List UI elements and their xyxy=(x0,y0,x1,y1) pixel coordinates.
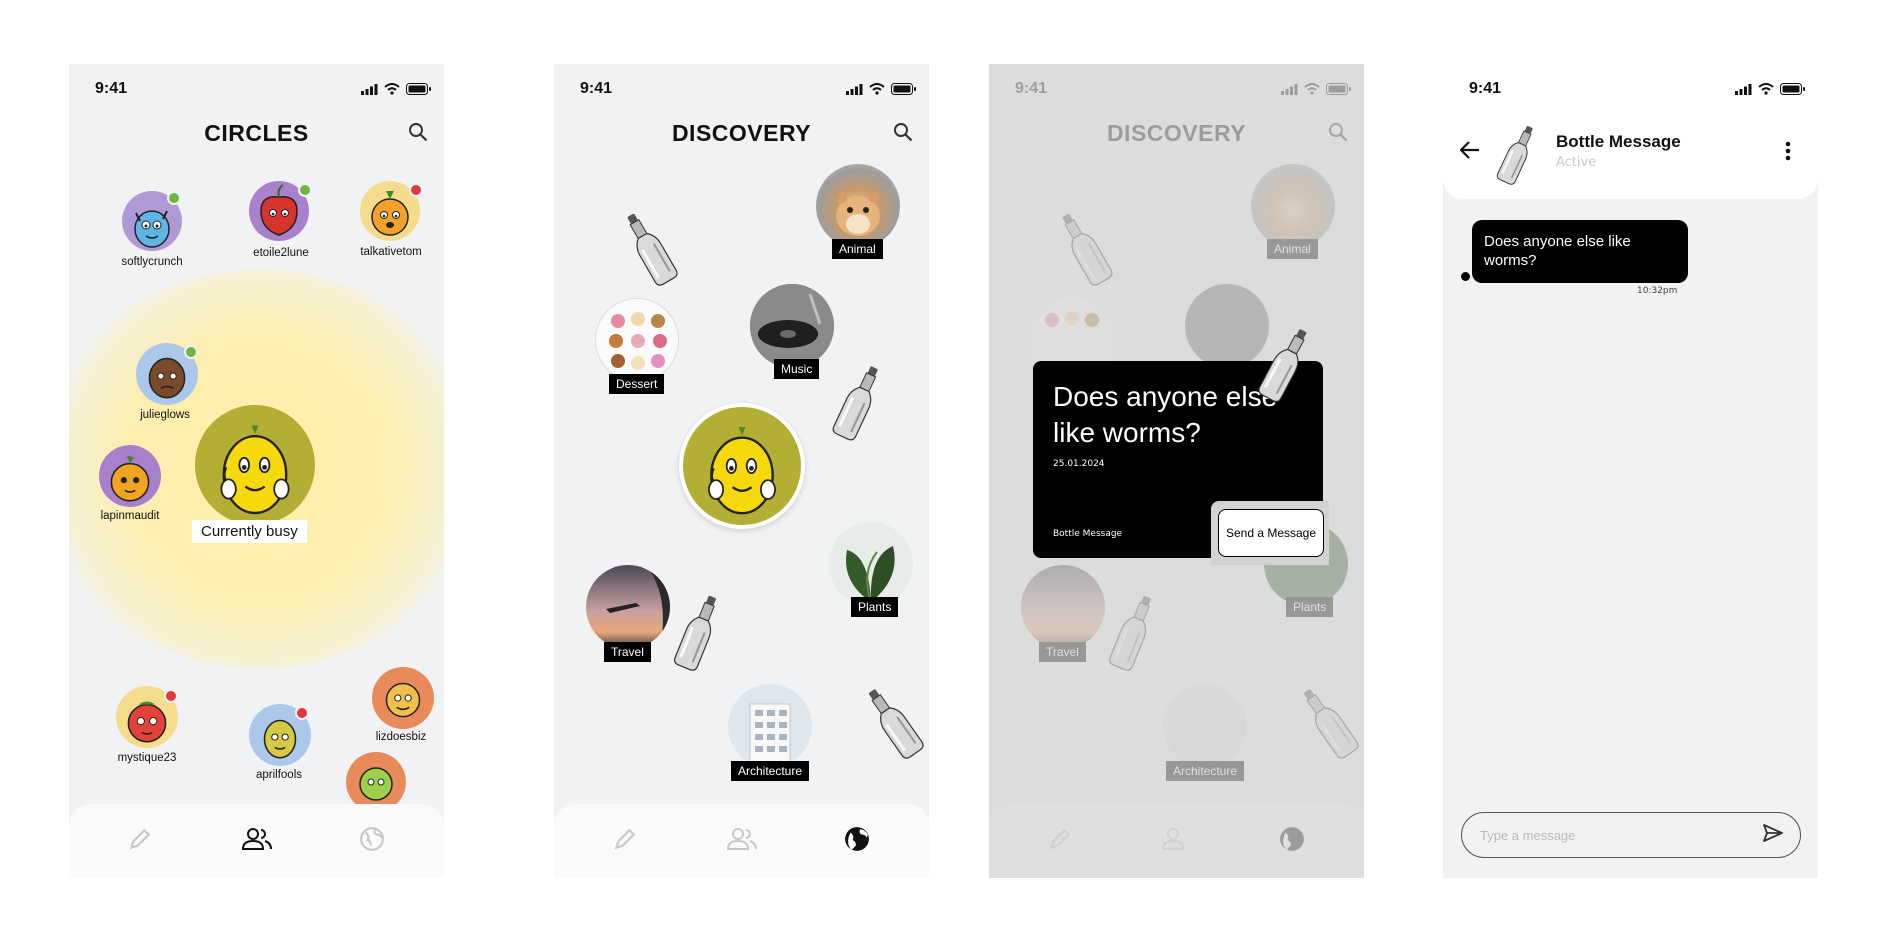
topic-label-plants[interactable]: Plants xyxy=(851,597,899,617)
people-icon[interactable] xyxy=(727,826,757,852)
tab-bar xyxy=(554,804,929,878)
chat-screen: 9:41 Bottle Message Active Does anyone e… xyxy=(1443,64,1818,878)
battery-icon xyxy=(406,83,432,95)
donuts-icon xyxy=(609,312,667,370)
bottle-message-icon[interactable] xyxy=(613,205,687,293)
message-timestamp: 10:32pm xyxy=(1637,286,1678,296)
bottle-message-icon[interactable] xyxy=(855,680,929,767)
record-player-icon xyxy=(750,284,834,368)
topic-label-music[interactable]: Music xyxy=(774,359,820,379)
building-icon xyxy=(749,703,791,768)
username-label: etoile2lune xyxy=(253,247,309,259)
topic-animal-image[interactable] xyxy=(816,164,900,248)
avatar-current-user[interactable] xyxy=(195,405,315,525)
hamster-icon xyxy=(836,193,880,236)
status-time: 9:41 xyxy=(1469,80,1502,97)
online-status-dot xyxy=(184,345,198,359)
username-label: mystique23 xyxy=(117,752,177,764)
username-label: talkativetom xyxy=(360,246,422,258)
search-icon[interactable] xyxy=(893,122,913,142)
status-time: 9:41 xyxy=(580,80,613,97)
plant-icon xyxy=(846,546,895,603)
topic-music-image[interactable] xyxy=(750,284,834,368)
bottle-message-date: 25.01.2024 xyxy=(1053,459,1105,469)
username-label: softlycrunch xyxy=(121,256,183,268)
wifi-icon xyxy=(1758,83,1774,95)
topic-label-travel[interactable]: Travel xyxy=(604,642,651,662)
username-label: lapinmaudit xyxy=(100,510,160,522)
topic-architecture-image[interactable] xyxy=(728,684,812,768)
wifi-icon xyxy=(869,83,885,95)
signal-icon xyxy=(1735,83,1752,95)
received-message-bubble[interactable]: Does anyone else like worms? xyxy=(1472,220,1688,283)
bottle-message-icon[interactable] xyxy=(665,589,731,676)
online-status-dot xyxy=(298,183,312,197)
topic-travel-image[interactable] xyxy=(586,565,670,649)
signal-icon xyxy=(846,83,863,95)
search-icon[interactable] xyxy=(408,122,428,142)
people-icon[interactable] xyxy=(242,826,272,852)
chat-contact-status: Active xyxy=(1556,155,1597,170)
username-label: lizdoesbiz xyxy=(375,731,427,743)
status-icons xyxy=(846,83,917,95)
avatar-current-user[interactable] xyxy=(679,403,805,529)
username-label: julieglows xyxy=(140,409,190,421)
status-time: 9:41 xyxy=(95,80,128,97)
avatar-lizdoesbiz[interactable] xyxy=(372,667,434,729)
busy-status-dot xyxy=(409,183,423,197)
message-input[interactable] xyxy=(1461,812,1801,858)
discovery-screen: 9:41 DISCOVERY Animal Dessert Music Plan… xyxy=(554,64,929,878)
globe-icon[interactable] xyxy=(844,826,870,852)
bottle-popup-screen: 9:41 DISCOVERY Animal Plants Travel Arch… xyxy=(989,64,1364,878)
online-status-dot xyxy=(167,191,181,205)
battery-icon xyxy=(891,83,917,95)
send-icon[interactable] xyxy=(1763,824,1783,842)
character-icon xyxy=(110,455,150,502)
bottle-message-source: Bottle Message xyxy=(1053,529,1123,539)
topic-dessert-image[interactable] xyxy=(595,298,679,382)
topic-label-animal[interactable]: Animal xyxy=(832,239,883,259)
send-message-button[interactable]: Send a Message xyxy=(1218,509,1324,557)
lemon-character-icon xyxy=(220,424,290,515)
busy-status-dot xyxy=(164,689,178,703)
more-options-icon[interactable] xyxy=(1785,141,1791,161)
battery-icon xyxy=(1780,83,1806,95)
status-icons xyxy=(1735,83,1806,95)
character-icon xyxy=(385,682,421,718)
avatar-lapinmaudit[interactable] xyxy=(99,445,161,507)
username-label: aprilfools xyxy=(255,769,303,781)
pencil-icon[interactable] xyxy=(612,826,638,852)
lemon-character-icon xyxy=(707,425,777,515)
page-title: DISCOVERY xyxy=(671,120,812,146)
pencil-icon[interactable] xyxy=(127,826,153,852)
chat-contact-name: Bottle Message xyxy=(1556,132,1681,151)
back-arrow-icon[interactable] xyxy=(1460,141,1480,159)
airplane-window-icon xyxy=(606,565,670,649)
topic-label-architecture[interactable]: Architecture xyxy=(731,761,810,781)
character-icon xyxy=(359,767,393,801)
bottle-message-icon[interactable] xyxy=(823,359,892,447)
wifi-icon xyxy=(384,83,400,95)
circles-screen: 9:41 CIRCLES softlycrunch etoile2lune ta… xyxy=(69,64,444,878)
status-icons xyxy=(361,83,432,95)
message-tail-dot xyxy=(1461,272,1470,281)
busy-status-dot xyxy=(295,706,309,720)
signal-icon xyxy=(361,83,378,95)
topic-plants-image[interactable] xyxy=(829,522,913,606)
tab-bar xyxy=(69,804,444,878)
page-title: CIRCLES xyxy=(204,120,309,146)
topic-label-dessert[interactable]: Dessert xyxy=(609,374,665,394)
status-busy-label: Currently busy xyxy=(192,520,307,543)
avatar-partial[interactable] xyxy=(346,752,406,812)
globe-icon[interactable] xyxy=(359,826,385,852)
